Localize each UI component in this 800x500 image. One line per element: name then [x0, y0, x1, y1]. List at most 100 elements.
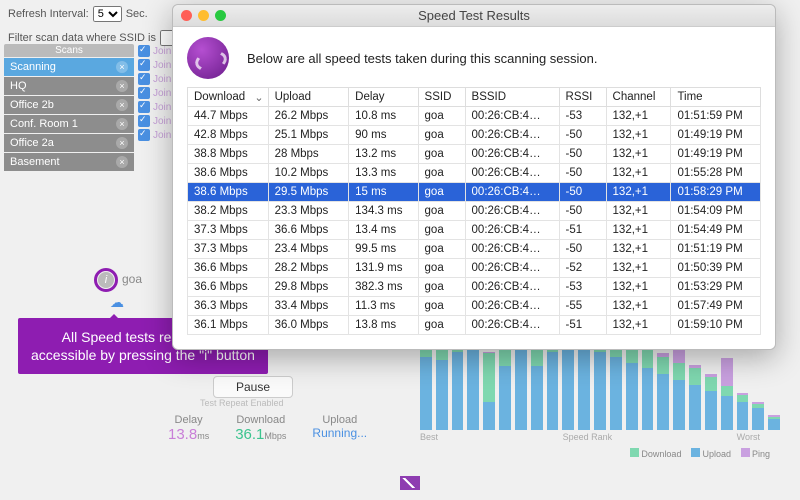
scan-item[interactable]: Conf. Room 1×	[4, 115, 134, 133]
close-icon[interactable]: ×	[116, 61, 128, 73]
cell-rssi: -50	[559, 164, 606, 183]
upload-metric: Upload Running...	[312, 414, 367, 443]
cell-ssid: goa	[418, 316, 465, 335]
checkbox-icon[interactable]	[138, 59, 150, 71]
download-metric: Download 36.1Mbps	[235, 414, 286, 443]
chart-bar	[483, 352, 495, 430]
table-row[interactable]: 44.7 Mbps26.2 Mbps10.8 msgoa00:26:CB:4…-…	[188, 107, 761, 126]
cell-delay: 382.3 ms	[349, 278, 418, 297]
column-header[interactable]: Channel	[606, 88, 671, 107]
cell-delay: 90 ms	[349, 126, 418, 145]
current-ssid: goa	[122, 272, 142, 286]
cell-rssi: -50	[559, 202, 606, 221]
titlebar[interactable]: Speed Test Results	[173, 5, 775, 27]
chart-bar	[768, 415, 780, 430]
checkbox-icon[interactable]	[138, 45, 150, 57]
close-icon[interactable]: ×	[116, 118, 128, 130]
info-icon[interactable]: i	[98, 272, 114, 288]
chart-mode-icon[interactable]	[400, 476, 420, 490]
table-row[interactable]: 38.2 Mbps23.3 Mbps134.3 msgoa00:26:CB:4……	[188, 202, 761, 221]
column-header[interactable]: Download	[188, 88, 269, 107]
cell-delay: 13.2 ms	[349, 145, 418, 164]
column-header[interactable]: SSID	[418, 88, 465, 107]
column-header[interactable]: Upload	[268, 88, 349, 107]
cell-ssid: goa	[418, 259, 465, 278]
cell-delay: 13.4 ms	[349, 221, 418, 240]
table-row[interactable]: 37.3 Mbps36.6 Mbps13.4 msgoa00:26:CB:4…-…	[188, 221, 761, 240]
chart-bar	[737, 393, 749, 430]
join-link[interactable]: Join	[153, 130, 171, 141]
cell-bssid: 00:26:CB:4…	[465, 297, 559, 316]
scan-item[interactable]: Office 2a×	[4, 134, 134, 152]
table-row[interactable]: 37.3 Mbps23.4 Mbps99.5 msgoa00:26:CB:4…-…	[188, 240, 761, 259]
chart-xright: Worst	[737, 432, 760, 442]
join-link[interactable]: Join	[153, 88, 171, 99]
cell-rssi: -50	[559, 126, 606, 145]
cell-channel: 132,+1	[606, 126, 671, 145]
cell-channel: 132,+1	[606, 297, 671, 316]
metric-unit: ms	[197, 431, 209, 441]
cell-rssi: -53	[559, 107, 606, 126]
cell-bssid: 00:26:CB:4…	[465, 278, 559, 297]
cell-delay: 11.3 ms	[349, 297, 418, 316]
cell-bssid: 00:26:CB:4…	[465, 183, 559, 202]
cell-bssid: 00:26:CB:4…	[465, 221, 559, 240]
cell-bssid: 00:26:CB:4…	[465, 107, 559, 126]
cell-upload: 26.2 Mbps	[268, 107, 349, 126]
close-icon[interactable]: ×	[116, 156, 128, 168]
join-link[interactable]: Join	[153, 60, 171, 71]
join-link[interactable]: Join	[153, 116, 171, 127]
cell-rssi: -51	[559, 221, 606, 240]
table-row[interactable]: 38.6 Mbps29.5 Mbps15 msgoa00:26:CB:4…-50…	[188, 183, 761, 202]
chart-bar	[657, 353, 669, 430]
cell-rssi: -50	[559, 145, 606, 164]
scan-item[interactable]: HQ×	[4, 77, 134, 95]
checkbox-icon[interactable]	[138, 87, 150, 99]
column-header[interactable]: Delay	[349, 88, 418, 107]
cell-channel: 132,+1	[606, 316, 671, 335]
cell-download: 38.8 Mbps	[188, 145, 269, 164]
table-row[interactable]: 36.1 Mbps36.0 Mbps13.8 msgoa00:26:CB:4…-…	[188, 316, 761, 335]
cell-upload: 23.3 Mbps	[268, 202, 349, 221]
close-icon[interactable]: ×	[116, 137, 128, 149]
close-icon[interactable]: ×	[116, 99, 128, 111]
cell-delay: 134.3 ms	[349, 202, 418, 221]
cell-time: 01:59:10 PM	[671, 316, 761, 335]
cell-rssi: -50	[559, 183, 606, 202]
table-row[interactable]: 36.6 Mbps28.2 Mbps131.9 msgoa00:26:CB:4……	[188, 259, 761, 278]
table-row[interactable]: 36.6 Mbps29.8 Mbps382.3 msgoa00:26:CB:4……	[188, 278, 761, 297]
scan-item[interactable]: Scanning×	[4, 58, 134, 76]
column-header[interactable]: BSSID	[465, 88, 559, 107]
table-row[interactable]: 36.3 Mbps33.4 Mbps11.3 msgoa00:26:CB:4…-…	[188, 297, 761, 316]
column-header[interactable]: Time	[671, 88, 761, 107]
close-icon[interactable]: ×	[116, 80, 128, 92]
cell-bssid: 00:26:CB:4…	[465, 240, 559, 259]
table-row[interactable]: 38.6 Mbps10.2 Mbps13.3 msgoa00:26:CB:4…-…	[188, 164, 761, 183]
checkbox-icon[interactable]	[138, 101, 150, 113]
intro-text: Below are all speed tests taken during t…	[247, 51, 597, 66]
table-row[interactable]: 42.8 Mbps25.1 Mbps90 msgoa00:26:CB:4…-50…	[188, 126, 761, 145]
checkbox-icon[interactable]	[138, 115, 150, 127]
chart-legend: Download Upload Ping	[400, 444, 780, 463]
chart-bar	[752, 402, 764, 430]
results-table[interactable]: DownloadUploadDelaySSIDBSSIDRSSIChannelT…	[187, 87, 761, 335]
metric-value: 13.8	[168, 426, 197, 443]
cell-channel: 132,+1	[606, 164, 671, 183]
scan-item[interactable]: Basement×	[4, 153, 134, 171]
table-row[interactable]: 38.8 Mbps28 Mbps13.2 msgoa00:26:CB:4…-50…	[188, 145, 761, 164]
metric-label: Upload	[312, 414, 367, 426]
cell-ssid: goa	[418, 240, 465, 259]
checkbox-icon[interactable]	[138, 73, 150, 85]
scan-item[interactable]: Office 2b×	[4, 96, 134, 114]
refresh-select[interactable]: 5	[93, 6, 122, 22]
metric-label: Delay	[168, 414, 209, 426]
test-repeat-label: Test Repeat Enabled	[200, 398, 284, 408]
column-header[interactable]: RSSI	[559, 88, 606, 107]
join-link[interactable]: Join	[153, 102, 171, 113]
checkbox-icon[interactable]	[138, 129, 150, 141]
join-link[interactable]: Join	[153, 46, 171, 57]
pause-button[interactable]: Pause	[213, 376, 293, 398]
join-link[interactable]: Join	[153, 74, 171, 85]
cell-channel: 132,+1	[606, 259, 671, 278]
cell-time: 01:50:39 PM	[671, 259, 761, 278]
